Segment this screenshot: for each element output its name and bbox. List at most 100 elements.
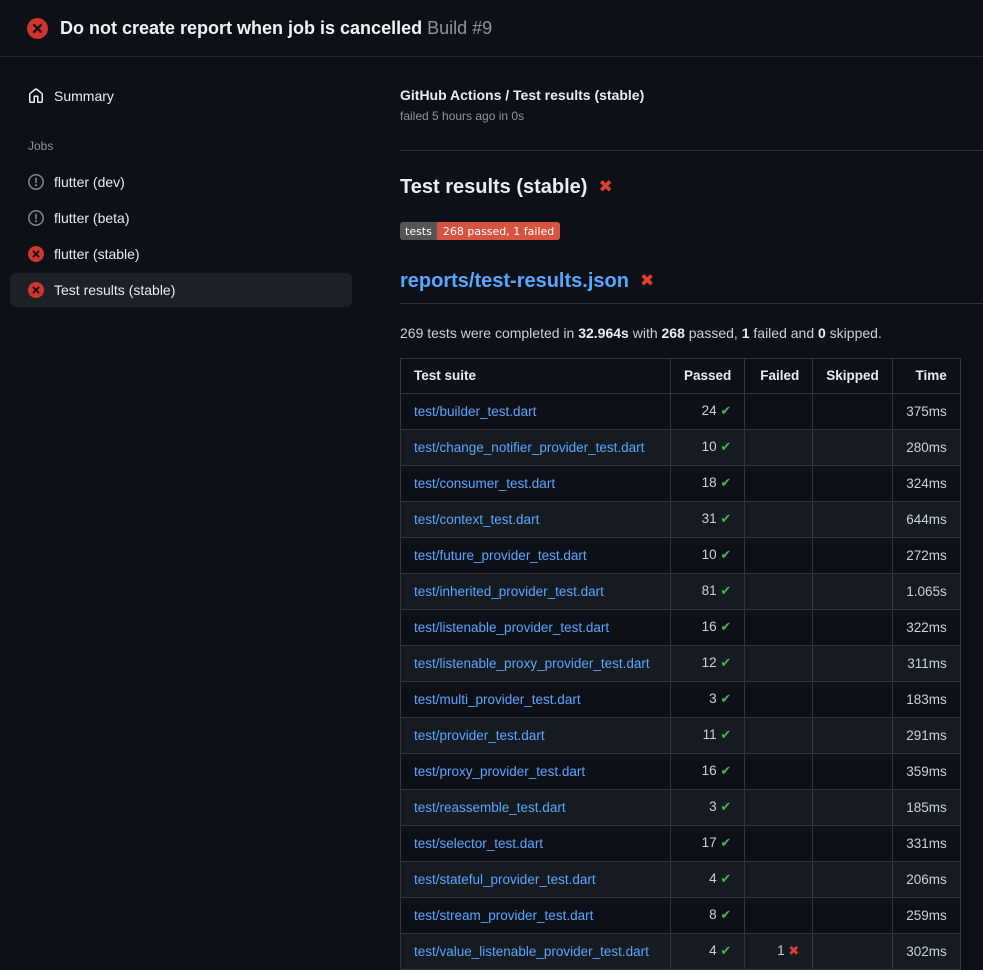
suite-link[interactable]: test/provider_test.dart: [414, 728, 545, 743]
suite-cell: test/context_test.dart: [401, 502, 671, 538]
time-cell: 359ms: [892, 754, 960, 790]
suite-link[interactable]: test/reassemble_test.dart: [414, 800, 566, 815]
sidebar-item-test-results-stable[interactable]: Test results (stable): [10, 273, 352, 307]
table-row: test/multi_provider_test.dart 3 ✔ 183ms: [401, 682, 961, 718]
time-cell: 291ms: [892, 718, 960, 754]
summary-number: 1: [742, 325, 750, 341]
suite-link[interactable]: test/consumer_test.dart: [414, 476, 555, 491]
summary-number: 32.964s: [578, 325, 629, 341]
suite-link[interactable]: test/builder_test.dart: [414, 404, 536, 419]
skipped-cell: [813, 646, 893, 682]
skipped-cell: [813, 682, 893, 718]
check-icon: ✔: [720, 440, 731, 455]
suite-cell: test/selector_test.dart: [401, 826, 671, 862]
report-title: reports/test-results.json ✖: [400, 270, 983, 304]
table-row: test/proxy_provider_test.dart16 ✔359ms: [401, 754, 961, 790]
sidebar-item-summary[interactable]: Summary: [10, 79, 352, 113]
check-icon: ✔: [720, 620, 731, 635]
suite-cell: test/builder_test.dart: [401, 394, 671, 430]
failed-cell: [745, 826, 813, 862]
home-icon: [28, 88, 44, 104]
passed-cell: 8 ✔: [671, 898, 745, 934]
suite-link[interactable]: test/stateful_provider_test.dart: [414, 872, 596, 887]
job-label: Test results (stable): [54, 282, 175, 298]
test-summary: 269 tests were completed in 32.964s with…: [400, 325, 983, 341]
suite-link[interactable]: test/selector_test.dart: [414, 836, 543, 851]
report-link[interactable]: reports/test-results.json: [400, 270, 629, 293]
build-title-text: Do not create report when job is cancell…: [60, 18, 422, 38]
skipped-cell: [813, 466, 893, 502]
suite-link[interactable]: test/context_test.dart: [414, 512, 539, 527]
summary-text: with: [629, 325, 662, 341]
column-header-time: Time: [892, 359, 960, 394]
time-cell: 206ms: [892, 862, 960, 898]
build-title: Do not create report when job is cancell…: [60, 18, 492, 39]
passed-cell: 17 ✔: [671, 826, 745, 862]
check-icon: ✔: [720, 476, 731, 491]
skipped-cell: [813, 862, 893, 898]
suite-link[interactable]: test/listenable_provider_test.dart: [414, 620, 609, 635]
time-cell: 644ms: [892, 502, 960, 538]
time-cell: 311ms: [892, 646, 960, 682]
passed-cell: 3 ✔: [671, 790, 745, 826]
passed-cell: 10 ✔: [671, 538, 745, 574]
table-row: test/inherited_provider_test.dart81 ✔1.0…: [401, 574, 961, 610]
suite-link[interactable]: test/multi_provider_test.dart: [414, 692, 581, 707]
suite-link[interactable]: test/listenable_proxy_provider_test.dart: [414, 656, 650, 671]
table-header-row: Test suitePassedFailedSkippedTime: [401, 359, 961, 394]
table-row: test/consumer_test.dart18 ✔324ms: [401, 466, 961, 502]
job-label: flutter (dev): [54, 174, 125, 190]
suite-cell: test/stateful_provider_test.dart: [401, 862, 671, 898]
check-icon: ✔: [720, 692, 731, 707]
divider: [400, 150, 983, 151]
x-circle-icon: [28, 282, 44, 298]
summary-text: failed and: [750, 325, 819, 341]
table-body: test/builder_test.dart24 ✔375ms test/cha…: [401, 394, 961, 970]
skipped-cell: [813, 898, 893, 934]
suite-cell: test/consumer_test.dart: [401, 466, 671, 502]
sidebar-item-flutter-dev[interactable]: flutter (dev): [10, 165, 352, 199]
suite-link[interactable]: test/stream_provider_test.dart: [414, 908, 593, 923]
failed-cell: [745, 790, 813, 826]
skipped-cell: [813, 574, 893, 610]
failed-cell: [745, 466, 813, 502]
skipped-cell: [813, 754, 893, 790]
breadcrumb: GitHub Actions / Test results (stable): [400, 86, 983, 104]
sidebar-item-flutter-stable[interactable]: flutter (stable): [10, 237, 352, 271]
passed-cell: 31 ✔: [671, 502, 745, 538]
table-row: test/stateful_provider_test.dart4 ✔206ms: [401, 862, 961, 898]
neutral-circle-icon: [28, 174, 44, 190]
suite-link[interactable]: test/inherited_provider_test.dart: [414, 584, 604, 599]
suite-cell: test/multi_provider_test.dart: [401, 682, 671, 718]
check-icon: ✔: [720, 800, 731, 815]
failed-cell: [745, 430, 813, 466]
skipped-cell: [813, 826, 893, 862]
suite-cell: test/value_listenable_provider_test.dart: [401, 934, 671, 970]
summary-text: skipped.: [826, 325, 882, 341]
passed-cell: 12 ✔: [671, 646, 745, 682]
crumb-block: GitHub Actions / Test results (stable) f…: [400, 86, 983, 123]
suite-link[interactable]: test/future_provider_test.dart: [414, 548, 587, 563]
suite-link[interactable]: test/change_notifier_provider_test.dart: [414, 440, 644, 455]
check-icon: ✔: [720, 944, 731, 959]
sidebar-item-flutter-beta[interactable]: flutter (beta): [10, 201, 352, 235]
jobs-list: flutter (dev) flutter (beta)flutter (stab…: [0, 165, 400, 307]
suite-link[interactable]: test/value_listenable_provider_test.dart: [414, 944, 649, 959]
time-cell: 183ms: [892, 682, 960, 718]
cross-mark-icon: ✖: [640, 273, 654, 290]
failed-cell: [745, 898, 813, 934]
suite-link[interactable]: test/proxy_provider_test.dart: [414, 764, 585, 779]
skipped-cell: [813, 610, 893, 646]
suite-cell: test/proxy_provider_test.dart: [401, 754, 671, 790]
passed-cell: 10 ✔: [671, 430, 745, 466]
failed-cell: [745, 538, 813, 574]
check-icon: ✔: [720, 584, 731, 599]
table-row: test/value_listenable_provider_test.dart…: [401, 934, 961, 970]
cross-mark-icon: ✖: [598, 179, 612, 196]
passed-cell: 4 ✔: [671, 934, 745, 970]
skipped-cell: [813, 430, 893, 466]
suite-cell: test/reassemble_test.dart: [401, 790, 671, 826]
x-circle-icon: [28, 246, 44, 262]
column-header-passed: Passed: [671, 359, 745, 394]
passed-cell: 3 ✔: [671, 682, 745, 718]
